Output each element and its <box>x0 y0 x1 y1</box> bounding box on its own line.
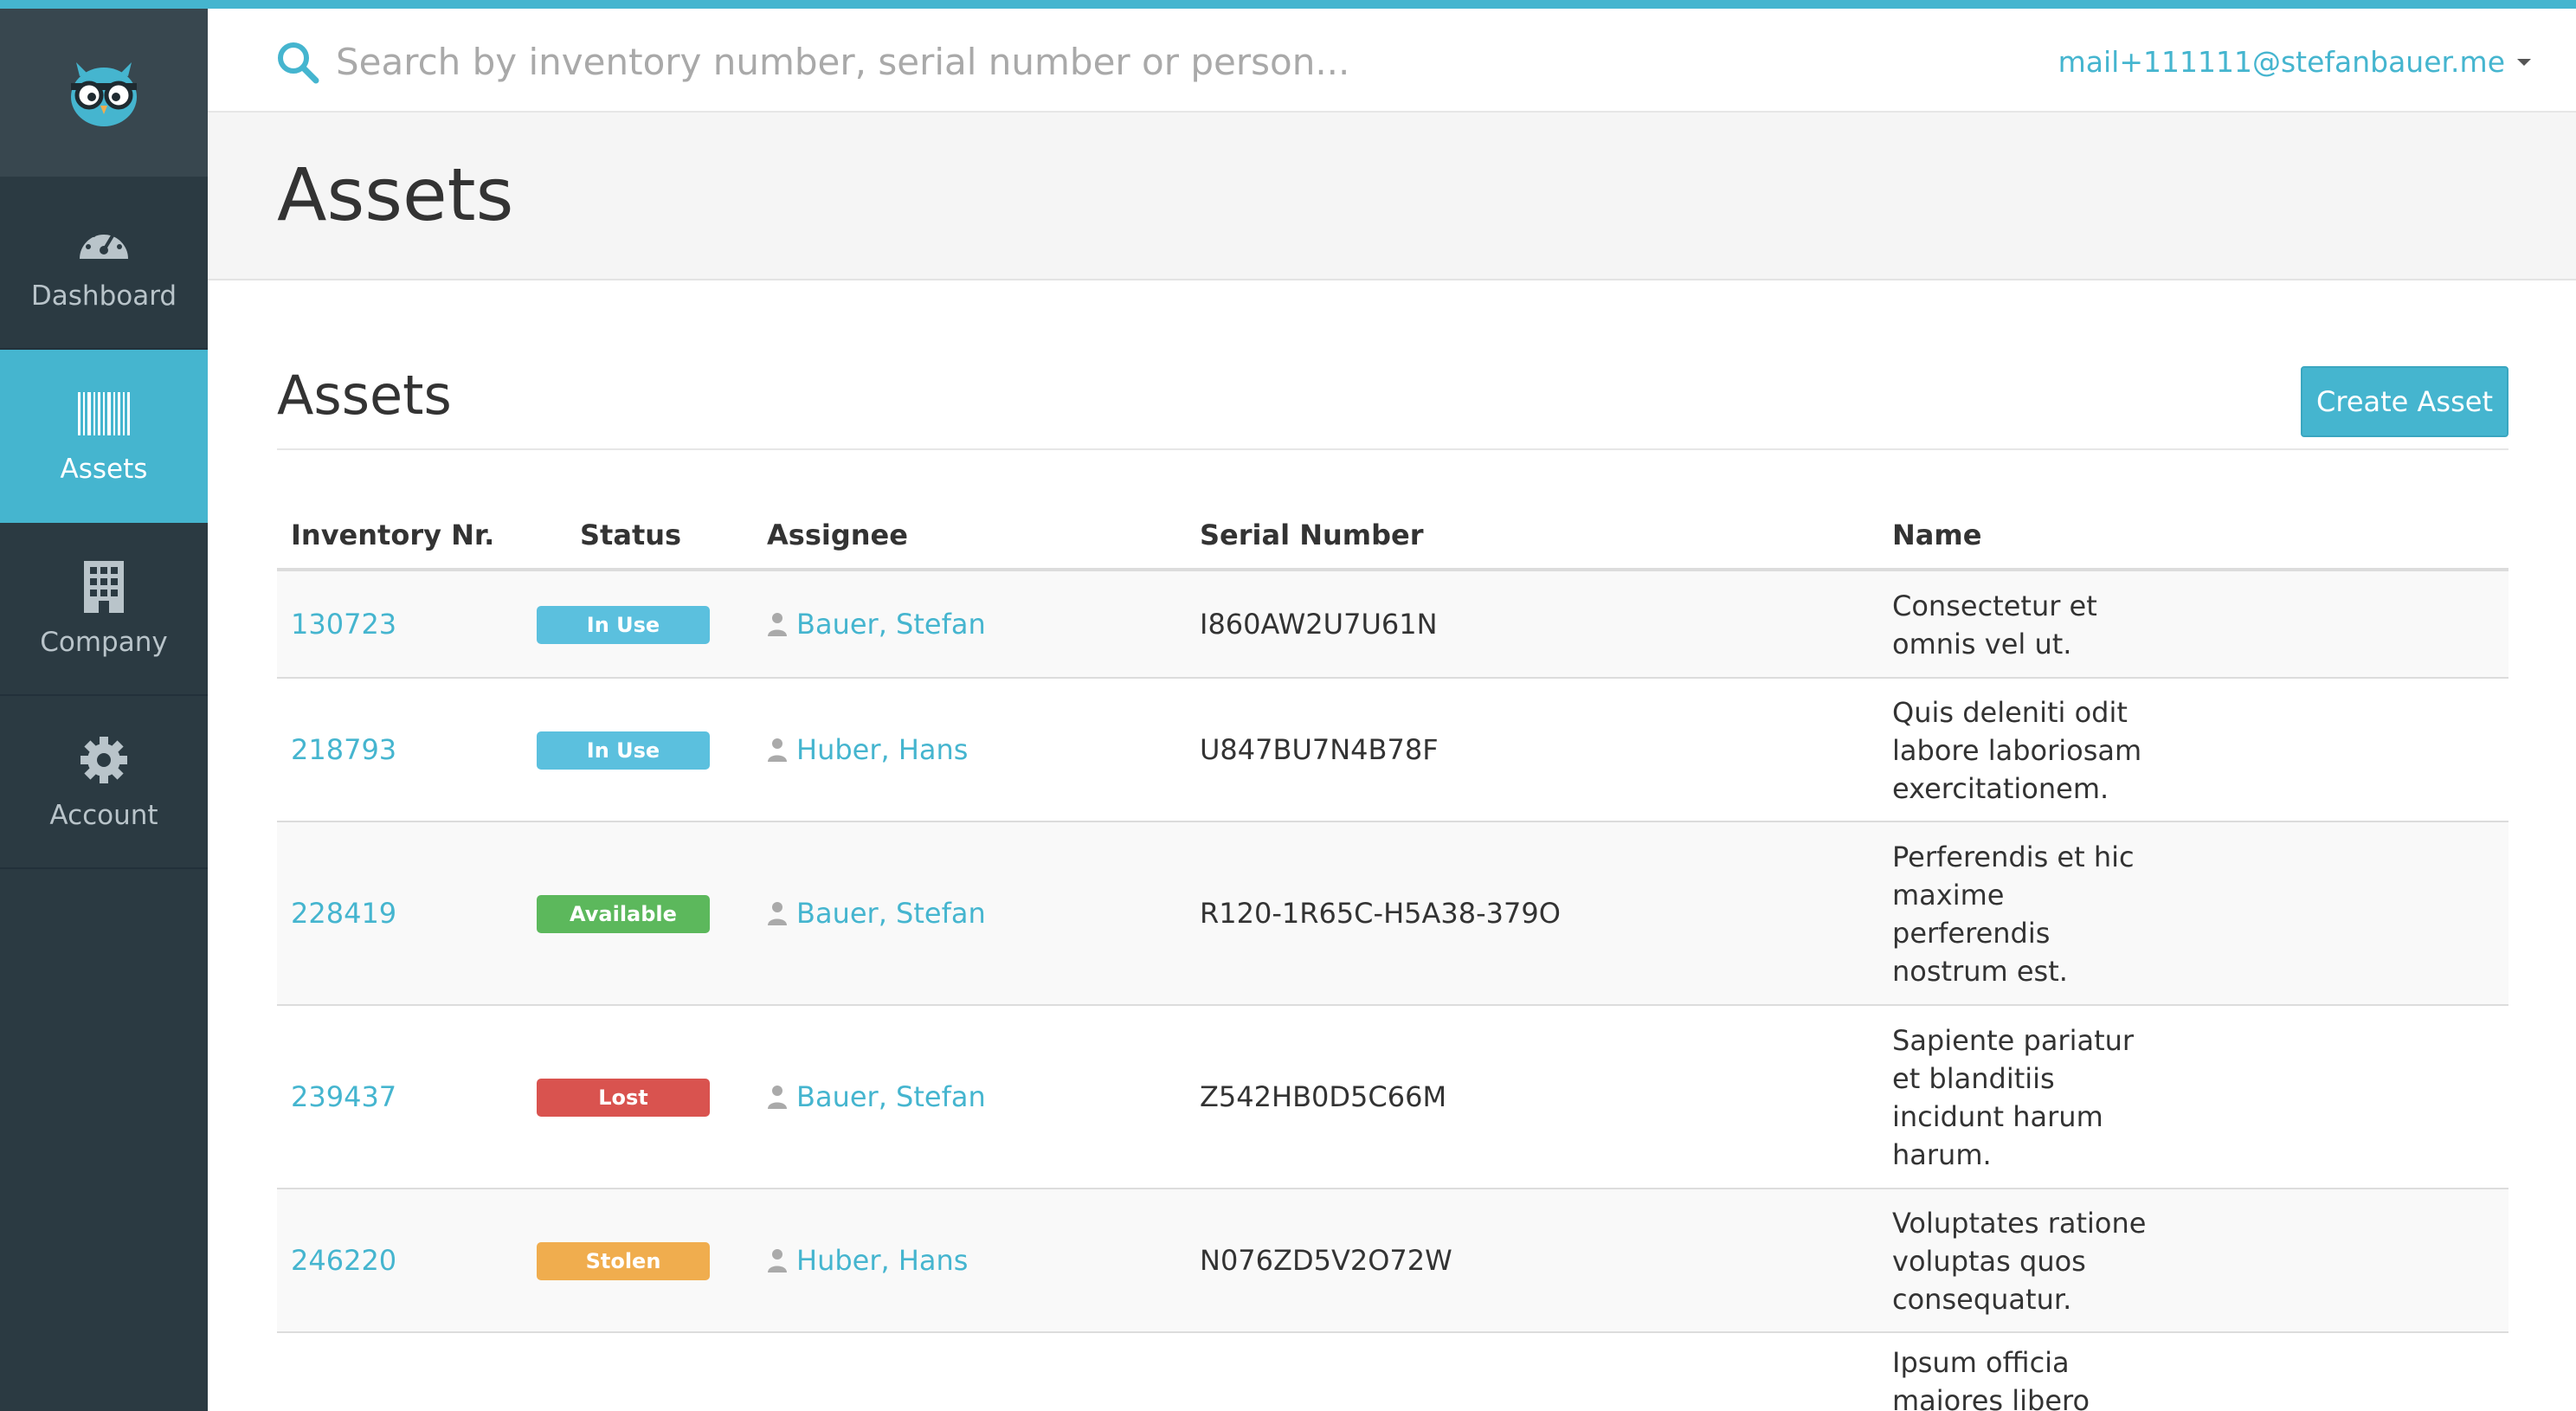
status-badge: Available <box>537 895 710 933</box>
assignee-link[interactable]: Huber, Hans <box>767 1244 968 1277</box>
person-icon <box>768 902 787 925</box>
page-title: Assets <box>277 152 514 237</box>
column-header-name[interactable]: Name <box>1892 519 1981 551</box>
serial-number: U847BU7N4B78F <box>1200 733 1439 766</box>
asset-name-line: omnis vel ut. <box>1892 628 2072 660</box>
serial-number: Z542HB0D5C66M <box>1200 1080 1447 1113</box>
column-header-inventory[interactable]: Inventory Nr. <box>291 519 494 551</box>
asset-name: Ipsum officia maiores libero <box>1892 1343 2178 1411</box>
table-row[interactable]: 218793 In Use Huber, Hans U847BU7N4B78F Quis… <box>277 679 2508 822</box>
app-logo[interactable] <box>0 9 208 177</box>
person-icon <box>768 1086 787 1109</box>
asset-name-line: Sapiente pariatur <box>1892 1024 2135 1057</box>
asset-name-line: perferendis <box>1892 917 2051 950</box>
inventory-link[interactable]: 239437 <box>291 1080 396 1113</box>
assignee-link[interactable]: Bauer, Stefan <box>767 1080 986 1113</box>
asset-name-line: Quis deleniti odit <box>1892 696 2128 729</box>
status-badge: Stolen <box>537 1242 710 1280</box>
sidebar-item-label: Account <box>49 800 158 831</box>
asset-name: Quis deleniti odit labore laboriosam exerc… <box>1892 693 2178 808</box>
serial-number: I860AW2U7U61N <box>1200 608 1438 641</box>
search-input[interactable] <box>336 31 1548 92</box>
asset-name-line: Voluptates ratione <box>1892 1207 2147 1240</box>
assets-table: Inventory Nr. Status Assignee Serial Num… <box>277 506 2508 1411</box>
section-title: Assets <box>277 364 452 427</box>
asset-name: Consectetur et omnis vel ut. <box>1892 587 2178 663</box>
asset-name: Voluptates ratione voluptas quos consequat… <box>1892 1204 2178 1318</box>
sidebar-item-assets[interactable]: Assets <box>0 350 208 523</box>
status-badge: In Use <box>537 606 710 644</box>
table-row[interactable]: 228419 Available Bauer, Stefan R120-1R65C-H… <box>277 822 2508 1006</box>
asset-name: Perferendis et hic maxime perferendis nostr… <box>1892 838 2178 990</box>
table-row[interactable]: 246220 Stolen Huber, Hans N076ZD5V2O72W Volu… <box>277 1189 2508 1333</box>
asset-name: Sapiente pariatur et blanditiis incidunt h… <box>1892 1021 2178 1174</box>
asset-name-line: Consectetur et <box>1892 590 2097 622</box>
asset-name-line: Ipsum officia <box>1892 1346 2070 1379</box>
caret-down-icon <box>2517 58 2531 66</box>
person-icon <box>768 738 787 762</box>
asset-name-line: maiores libero <box>1892 1384 2090 1411</box>
table-row[interactable]: 130723 In Use Bauer, Stefan I860AW2U7U61N Co… <box>277 571 2508 679</box>
asset-name-line: incidunt harum <box>1892 1100 2103 1133</box>
search-icon <box>275 40 320 85</box>
table-header: Inventory Nr. Status Assignee Serial Num… <box>277 506 2508 571</box>
assignee-name: Huber, Hans <box>796 1244 969 1277</box>
inventory-link[interactable]: 218793 <box>291 733 396 766</box>
table-body: 130723 In Use Bauer, Stefan I860AW2U7U61N Co… <box>277 571 2508 1411</box>
assignee-name: Bauer, Stefan <box>796 897 986 930</box>
dashboard-gauge-icon <box>76 213 132 268</box>
person-icon <box>768 613 787 636</box>
barcode-icon <box>76 386 132 441</box>
assignee-link[interactable]: Bauer, Stefan <box>767 897 986 930</box>
page-header: Assets <box>208 113 2576 280</box>
sidebar-item-dashboard[interactable]: Dashboard <box>0 177 208 350</box>
inventory-link[interactable]: 228419 <box>291 897 396 930</box>
serial-number: R120-1R65C-H5A38-379O <box>1200 897 1561 930</box>
top-header: mail+111111@stefanbauer.me <box>208 9 2576 113</box>
table-row[interactable]: 239437 Lost Bauer, Stefan Z542HB0D5C66M Sapi… <box>277 1006 2508 1189</box>
assignee-name: Huber, Hans <box>796 733 969 766</box>
sidebar-item-label: Assets <box>60 454 148 485</box>
user-menu[interactable]: mail+111111@stefanbauer.me <box>2058 45 2531 79</box>
gear-icon <box>76 732 132 788</box>
assignee-name: Bauer, Stefan <box>796 608 986 641</box>
asset-name-line: exercitationem. <box>1892 772 2109 805</box>
divider <box>277 448 2508 450</box>
asset-name-line: consequatur. <box>1892 1283 2072 1316</box>
sidebar-item-label: Dashboard <box>30 280 177 312</box>
sidebar-item-label: Company <box>40 627 168 658</box>
status-badge: In Use <box>537 731 710 770</box>
asset-name-line: labore laboriosam <box>1892 734 2142 767</box>
asset-name-line: maxime <box>1892 879 2005 912</box>
assignee-link[interactable]: Bauer, Stefan <box>767 608 986 641</box>
owl-logo-icon <box>71 62 137 126</box>
sidebar: Dashboard Assets Company Account <box>0 9 208 1411</box>
column-header-assignee[interactable]: Assignee <box>767 519 908 551</box>
asset-name-line: Perferendis et hic <box>1892 841 2135 873</box>
create-asset-button[interactable]: Create Asset <box>2301 366 2508 437</box>
table-row[interactable]: Ipsum officia maiores libero <box>277 1333 2508 1411</box>
sidebar-item-company[interactable]: Company <box>0 523 208 696</box>
assignee-link[interactable]: Huber, Hans <box>767 733 968 766</box>
status-badge: Lost <box>537 1079 710 1117</box>
asset-name-line: harum. <box>1892 1138 1992 1171</box>
asset-name-line: et blanditiis <box>1892 1062 2055 1095</box>
inventory-link[interactable]: 130723 <box>291 608 396 641</box>
user-email: mail+111111@stefanbauer.me <box>2058 45 2505 79</box>
column-header-status[interactable]: Status <box>580 519 681 551</box>
building-icon <box>76 559 132 615</box>
inventory-link[interactable]: 246220 <box>291 1244 396 1277</box>
sidebar-item-account[interactable]: Account <box>0 696 208 869</box>
asset-name-line: nostrum est. <box>1892 955 2068 988</box>
assignee-name: Bauer, Stefan <box>796 1080 986 1113</box>
top-accent-strip <box>0 0 2576 9</box>
column-header-serial[interactable]: Serial Number <box>1200 519 1424 551</box>
asset-name-line: voluptas quos <box>1892 1245 2086 1278</box>
person-icon <box>768 1249 787 1272</box>
serial-number: N076ZD5V2O72W <box>1200 1244 1452 1277</box>
